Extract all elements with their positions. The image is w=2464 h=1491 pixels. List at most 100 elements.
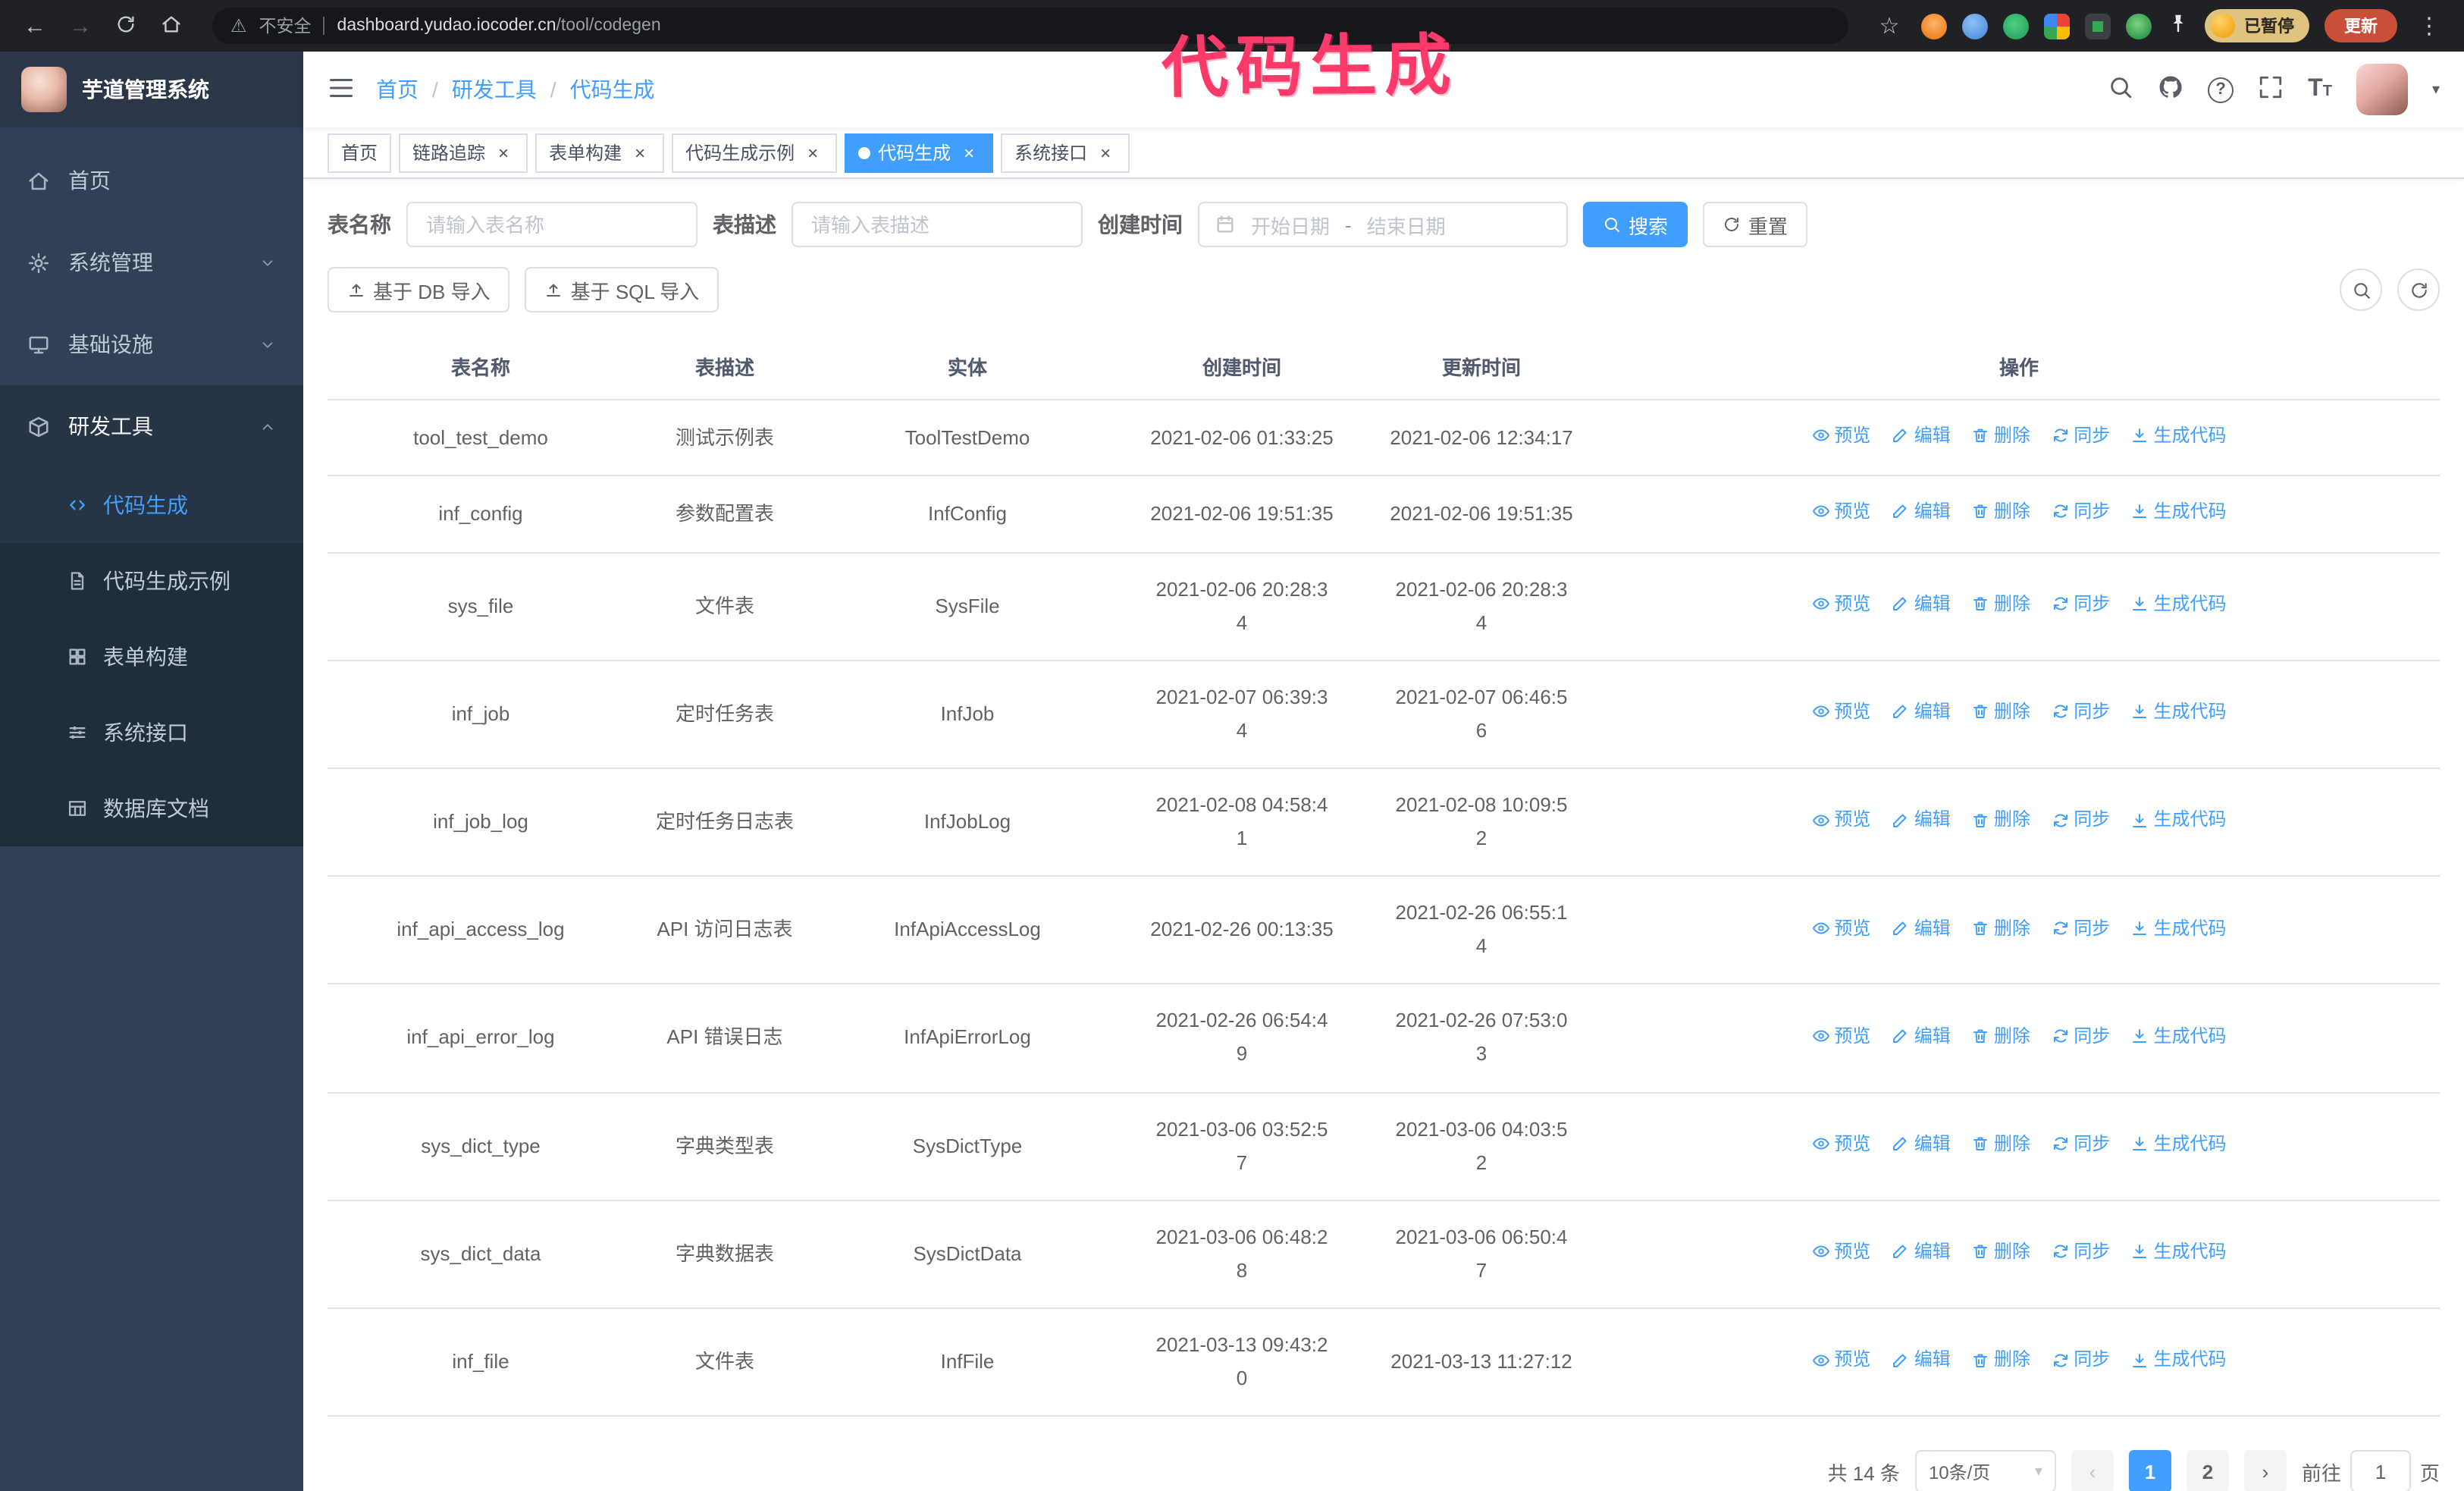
sidebar-item-dev-tools[interactable]: 研发工具: [0, 385, 303, 467]
sidebar-toggle-button[interactable]: [328, 74, 355, 105]
sync-link[interactable]: 同步: [2051, 420, 2110, 451]
table-name-input[interactable]: [406, 202, 698, 247]
delete-link[interactable]: 删除: [1971, 1128, 2030, 1160]
extension-icon-1[interactable]: [1921, 13, 1947, 39]
page-button-2[interactable]: 2: [2186, 1450, 2229, 1491]
goto-page-input[interactable]: [2350, 1450, 2411, 1491]
extension-icon-3[interactable]: [2003, 13, 2029, 39]
sync-link[interactable]: 同步: [2051, 696, 2110, 727]
preview-link[interactable]: 预览: [1811, 696, 1870, 727]
table-desc-input[interactable]: [792, 202, 1083, 247]
delete-link[interactable]: 删除: [1971, 1236, 2030, 1267]
generate-code-link[interactable]: 生成代码: [2131, 805, 2227, 836]
extension-icon-6[interactable]: [2126, 13, 2152, 39]
close-tab-icon[interactable]: ×: [629, 142, 650, 163]
delete-link[interactable]: 删除: [1971, 1345, 2030, 1376]
avatar-caret-icon[interactable]: ▾: [2432, 81, 2440, 98]
delete-link[interactable]: 删除: [1971, 589, 2030, 620]
generate-code-link[interactable]: 生成代码: [2131, 1128, 2227, 1160]
preview-link[interactable]: 预览: [1811, 1128, 1870, 1160]
preview-link[interactable]: 预览: [1811, 805, 1870, 836]
url-bar[interactable]: ⚠ 不安全 dashboard.yudao.iocoder.cn/tool/co…: [212, 8, 1848, 44]
delete-link[interactable]: 删除: [1971, 497, 2030, 528]
preview-link[interactable]: 预览: [1811, 497, 1870, 528]
breadcrumb-dev-tools[interactable]: 研发工具: [452, 74, 537, 105]
browser-reload-button[interactable]: [109, 13, 143, 39]
extensions-pin-icon[interactable]: [2167, 13, 2190, 39]
prev-page-button[interactable]: ‹: [2071, 1450, 2114, 1491]
tab-system-api[interactable]: 系统接口 ×: [1001, 133, 1130, 172]
browser-update-button[interactable]: 更新: [2324, 9, 2397, 42]
header-search-icon[interactable]: [2108, 74, 2133, 105]
sync-link[interactable]: 同步: [2051, 589, 2110, 620]
sync-link[interactable]: 同步: [2051, 1345, 2110, 1376]
refresh-table-button[interactable]: [2397, 268, 2440, 311]
close-tab-icon[interactable]: ×: [493, 142, 514, 163]
delete-link[interactable]: 删除: [1971, 420, 2030, 451]
generate-code-link[interactable]: 生成代码: [2131, 420, 2227, 451]
close-tab-icon[interactable]: ×: [1095, 142, 1116, 163]
preview-link[interactable]: 预览: [1811, 589, 1870, 620]
edit-link[interactable]: 编辑: [1892, 805, 1951, 836]
preview-link[interactable]: 预览: [1811, 1021, 1870, 1052]
edit-link[interactable]: 编辑: [1892, 912, 1951, 943]
tab-form-builder[interactable]: 表单构建 ×: [535, 133, 665, 172]
tab-trace[interactable]: 链路追踪 ×: [399, 133, 528, 172]
delete-link[interactable]: 删除: [1971, 805, 2030, 836]
bookmark-star-icon[interactable]: ☆: [1873, 12, 1906, 39]
generate-code-link[interactable]: 生成代码: [2131, 696, 2227, 727]
sync-link[interactable]: 同步: [2051, 1236, 2110, 1267]
font-size-icon[interactable]: TT: [2308, 76, 2332, 103]
generate-code-link[interactable]: 生成代码: [2131, 1236, 2227, 1267]
edit-link[interactable]: 编辑: [1892, 497, 1951, 528]
preview-link[interactable]: 预览: [1811, 912, 1870, 943]
edit-link[interactable]: 编辑: [1892, 420, 1951, 451]
import-db-button[interactable]: 基于 DB 导入: [328, 267, 510, 312]
close-tab-icon[interactable]: ×: [958, 142, 980, 163]
generate-code-link[interactable]: 生成代码: [2131, 497, 2227, 528]
delete-link[interactable]: 删除: [1971, 912, 2030, 943]
edit-link[interactable]: 编辑: [1892, 1128, 1951, 1160]
page-size-select[interactable]: 10条/页 ▾: [1914, 1450, 2056, 1491]
sidebar-item-system-management[interactable]: 系统管理: [0, 221, 303, 303]
help-icon[interactable]: ?: [2208, 77, 2234, 102]
tab-codegen[interactable]: 代码生成 ×: [845, 133, 994, 172]
edit-link[interactable]: 编辑: [1892, 1236, 1951, 1267]
sidebar-subitem-codegen-example[interactable]: 代码生成示例: [0, 543, 303, 619]
generate-code-link[interactable]: 生成代码: [2131, 1021, 2227, 1052]
sidebar-subitem-codegen[interactable]: 代码生成: [0, 467, 303, 543]
browser-menu-kebab-icon[interactable]: ⋮: [2412, 12, 2446, 39]
sync-link[interactable]: 同步: [2051, 805, 2110, 836]
sync-link[interactable]: 同步: [2051, 1021, 2110, 1052]
reset-button[interactable]: 重置: [1703, 202, 1808, 247]
edit-link[interactable]: 编辑: [1892, 1345, 1951, 1376]
close-tab-icon[interactable]: ×: [802, 142, 823, 163]
sidebar-subitem-form-builder[interactable]: 表单构建: [0, 619, 303, 695]
toggle-search-button[interactable]: [2340, 268, 2382, 311]
breadcrumb-home[interactable]: 首页: [376, 74, 419, 105]
tab-home[interactable]: 首页: [328, 133, 392, 172]
sidebar-item-home[interactable]: 首页: [0, 140, 303, 221]
browser-back-button[interactable]: ←: [18, 13, 52, 39]
preview-link[interactable]: 预览: [1811, 1236, 1870, 1267]
edit-link[interactable]: 编辑: [1892, 589, 1951, 620]
tab-codegen-example[interactable]: 代码生成示例 ×: [672, 133, 838, 172]
delete-link[interactable]: 删除: [1971, 1021, 2030, 1052]
sidebar-item-infrastructure[interactable]: 基础设施: [0, 303, 303, 385]
edit-link[interactable]: 编辑: [1892, 696, 1951, 727]
page-button-1[interactable]: 1: [2128, 1450, 2171, 1491]
github-icon[interactable]: [2158, 74, 2183, 105]
generate-code-link[interactable]: 生成代码: [2131, 1345, 2227, 1376]
generate-code-link[interactable]: 生成代码: [2131, 589, 2227, 620]
extension-icon-2[interactable]: [1962, 13, 1988, 39]
browser-home-button[interactable]: [155, 13, 188, 39]
browser-forward-button[interactable]: →: [64, 13, 97, 39]
delete-link[interactable]: 删除: [1971, 696, 2030, 727]
extension-icon-5[interactable]: [2085, 13, 2111, 39]
preview-link[interactable]: 预览: [1811, 1345, 1870, 1376]
import-sql-button[interactable]: 基于 SQL 导入: [525, 267, 719, 312]
date-range-picker[interactable]: 开始日期 - 结束日期: [1198, 202, 1568, 247]
sync-link[interactable]: 同步: [2051, 1128, 2110, 1160]
extension-icon-4[interactable]: [2044, 13, 2070, 39]
next-page-button[interactable]: ›: [2243, 1450, 2287, 1491]
